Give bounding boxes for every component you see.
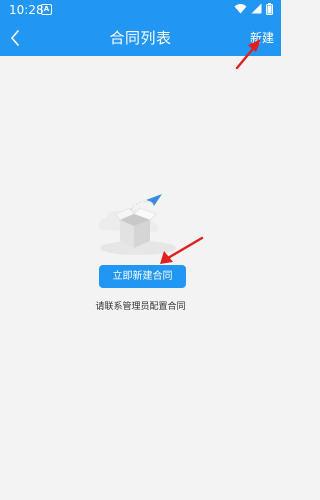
create-contract-button[interactable]: 立即新建合同 <box>99 265 186 288</box>
empty-box-illustration <box>98 194 176 255</box>
new-contract-header-button[interactable]: 新建 <box>250 29 274 47</box>
status-icons <box>230 3 273 17</box>
nav-bar: 合同列表 新建 <box>0 20 281 56</box>
status-bar: 10:28 A <box>0 0 281 20</box>
battery-icon <box>266 3 273 15</box>
status-time: 10:28 <box>9 3 44 17</box>
notification-app-icon: A <box>41 4 52 15</box>
wifi-icon <box>234 4 247 14</box>
app-header: 10:28 A 合同列表 新建 <box>0 0 281 56</box>
empty-hint-text: 请联系管理员配置合同 <box>95 302 186 312</box>
page-title: 合同列表 <box>109 29 172 47</box>
signal-icon <box>251 3 262 14</box>
